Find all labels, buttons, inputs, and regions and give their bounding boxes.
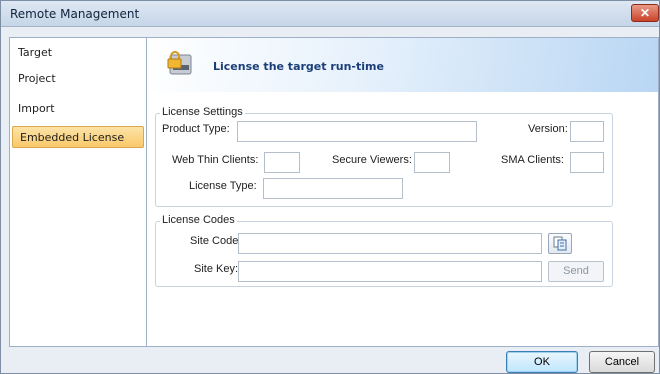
ok-button[interactable]: OK <box>506 351 578 373</box>
sidebar-item-project[interactable]: Project <box>10 68 146 90</box>
secure-viewers-label: Secure Viewers: <box>332 154 412 166</box>
page-title: License the target run-time <box>213 60 384 73</box>
close-icon: ✕ <box>639 6 651 20</box>
copy-site-code-button[interactable] <box>548 233 572 254</box>
close-button[interactable]: ✕ <box>631 4 659 22</box>
site-code-label: Site Code: <box>190 235 242 247</box>
sma-clients-label: SMA Clients: <box>501 154 564 166</box>
product-type-label: Product Type: <box>162 123 230 135</box>
sidebar-item-target[interactable]: Target <box>10 42 146 64</box>
sma-clients-field[interactable] <box>570 152 604 173</box>
site-code-field[interactable] <box>238 233 542 254</box>
site-key-field[interactable] <box>238 261 542 282</box>
web-thin-clients-label: Web Thin Clients: <box>172 154 259 166</box>
license-settings-legend: License Settings <box>160 106 245 118</box>
license-codes-legend: License Codes <box>160 214 237 226</box>
site-key-label: Site Key: <box>194 263 239 275</box>
cancel-button[interactable]: Cancel <box>589 351 655 373</box>
license-codes-group: License Codes Site Code: Site Key: Send <box>155 214 613 287</box>
license-type-label: License Type: <box>189 180 257 192</box>
lock-icon <box>167 51 192 75</box>
license-type-field[interactable] <box>263 178 403 199</box>
web-thin-clients-field[interactable] <box>264 152 300 173</box>
copy-icon <box>553 236 567 251</box>
product-type-field[interactable] <box>237 121 477 142</box>
sidebar-item-import[interactable]: Import <box>10 98 146 120</box>
window-title: Remote Management <box>10 7 140 21</box>
version-label: Version: <box>528 123 568 135</box>
page-header: License the target run-time <box>147 38 658 92</box>
title-bar[interactable]: Remote Management ✕ <box>1 1 659 27</box>
sidebar-nav: Target Project Import Embedded License <box>9 37 147 347</box>
license-settings-group: License Settings Product Type: Version: … <box>155 106 613 207</box>
remote-management-dialog: Remote Management ✕ Target Project Impor… <box>0 0 660 374</box>
sidebar-item-embedded-license[interactable]: Embedded License <box>12 126 144 148</box>
version-field[interactable] <box>570 121 604 142</box>
secure-viewers-field[interactable] <box>414 152 450 173</box>
content-panel: License the target run-time License Sett… <box>147 37 659 347</box>
send-button[interactable]: Send <box>548 261 604 282</box>
